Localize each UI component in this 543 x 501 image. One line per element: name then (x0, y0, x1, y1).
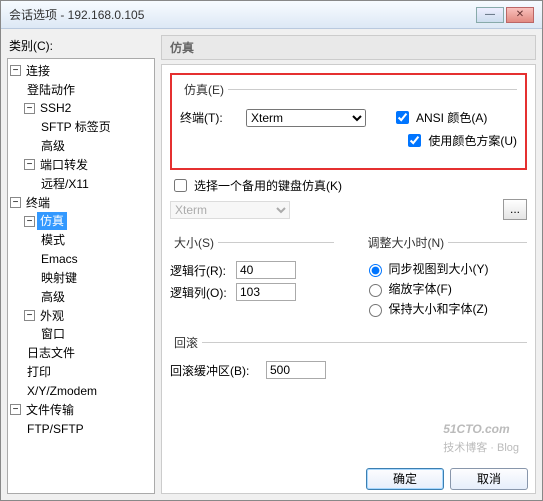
tree-toggle[interactable]: − (24, 310, 35, 321)
buffer-input[interactable] (266, 361, 326, 379)
alt-keyboard-select: Xterm (170, 201, 290, 219)
tree-node-modes[interactable]: 模式 (38, 231, 68, 249)
highlight-box: 仿真(E) 终端(T): Xterm ANSI 颜色(A) (170, 73, 527, 170)
tree-node-filetransfer[interactable]: 文件传输 (23, 401, 77, 419)
tree-node-portfwd[interactable]: 端口转发 (37, 156, 91, 174)
terminal-label: 终端(T): (180, 109, 240, 126)
tree-node-connection[interactable]: 连接 (23, 62, 53, 80)
tree-node-print[interactable]: 打印 (24, 363, 54, 381)
tree-toggle[interactable]: − (10, 404, 21, 415)
tree-node-window[interactable]: 窗口 (38, 325, 68, 343)
tree-toggle[interactable]: − (10, 65, 21, 76)
tree-node-mapped-keys[interactable]: 映射键 (38, 269, 80, 287)
terminal-select[interactable]: Xterm (246, 109, 366, 127)
tree-node-remote-x11[interactable]: 远程/X11 (38, 175, 92, 193)
alt-keyboard-checkbox[interactable]: 选择一个备用的键盘仿真(K) (170, 176, 342, 195)
rows-label: 逻辑行(R): (170, 262, 230, 279)
cols-input[interactable] (236, 283, 296, 301)
tree-node-emacs[interactable]: Emacs (38, 250, 81, 268)
resize-sync-radio[interactable]: 同步视图到大小(Y) (364, 260, 528, 277)
tree-node-advanced[interactable]: 高级 (38, 137, 68, 155)
keyboard-browse-button[interactable]: ... (503, 199, 527, 220)
tree-node-logfile[interactable]: 日志文件 (24, 344, 78, 362)
category-label: 类别(C): (9, 37, 155, 54)
watermark: 51CTO.com 技术博客 · Blog (443, 416, 519, 455)
tree-node-emulation[interactable]: 仿真 (37, 212, 67, 230)
tree-node-terminal[interactable]: 终端 (23, 194, 53, 212)
tree-node-advanced[interactable]: 高级 (38, 288, 68, 306)
cols-label: 逻辑列(O): (170, 284, 230, 301)
tree-node-sftp-tab[interactable]: SFTP 标签页 (38, 118, 114, 136)
scrollback-legend: 回滚 (170, 334, 202, 351)
tree-toggle[interactable]: − (10, 197, 21, 208)
ok-button[interactable]: 确定 (366, 468, 444, 490)
use-color-scheme-checkbox[interactable]: 使用颜色方案(U) (404, 131, 517, 150)
tree-node-ftp-sftp[interactable]: FTP/SFTP (24, 420, 87, 438)
category-tree[interactable]: −连接 登陆动作 −SSH2 SFTP 标签页 高级 −端口转发 远程/X11 (7, 58, 155, 494)
tree-node-appearance[interactable]: 外观 (37, 307, 67, 325)
minimize-button[interactable]: — (476, 7, 504, 23)
tree-toggle[interactable]: − (24, 103, 35, 114)
ansi-color-checkbox[interactable]: ANSI 颜色(A) (392, 108, 487, 127)
tree-node-xyzmodem[interactable]: X/Y/Zmodem (24, 382, 100, 400)
buffer-label: 回滚缓冲区(B): (170, 362, 260, 379)
tree-toggle[interactable]: − (24, 216, 35, 227)
resize-keep-radio[interactable]: 保持大小和字体(Z) (364, 300, 528, 317)
resize-legend: 调整大小时(N) (364, 234, 449, 251)
tree-toggle[interactable]: − (24, 159, 35, 170)
close-button[interactable]: ✕ (506, 7, 534, 23)
window-title: 会话选项 - 192.168.0.105 (9, 6, 144, 23)
pane-title: 仿真 (161, 35, 536, 60)
tree-node-ssh2[interactable]: SSH2 (37, 99, 74, 117)
cancel-button[interactable]: 取消 (450, 468, 528, 490)
resize-scale-radio[interactable]: 缩放字体(F) (364, 280, 528, 297)
size-legend: 大小(S) (170, 234, 218, 251)
emulation-legend: 仿真(E) (180, 81, 228, 98)
rows-input[interactable] (236, 261, 296, 279)
tree-node-login[interactable]: 登陆动作 (24, 81, 78, 99)
